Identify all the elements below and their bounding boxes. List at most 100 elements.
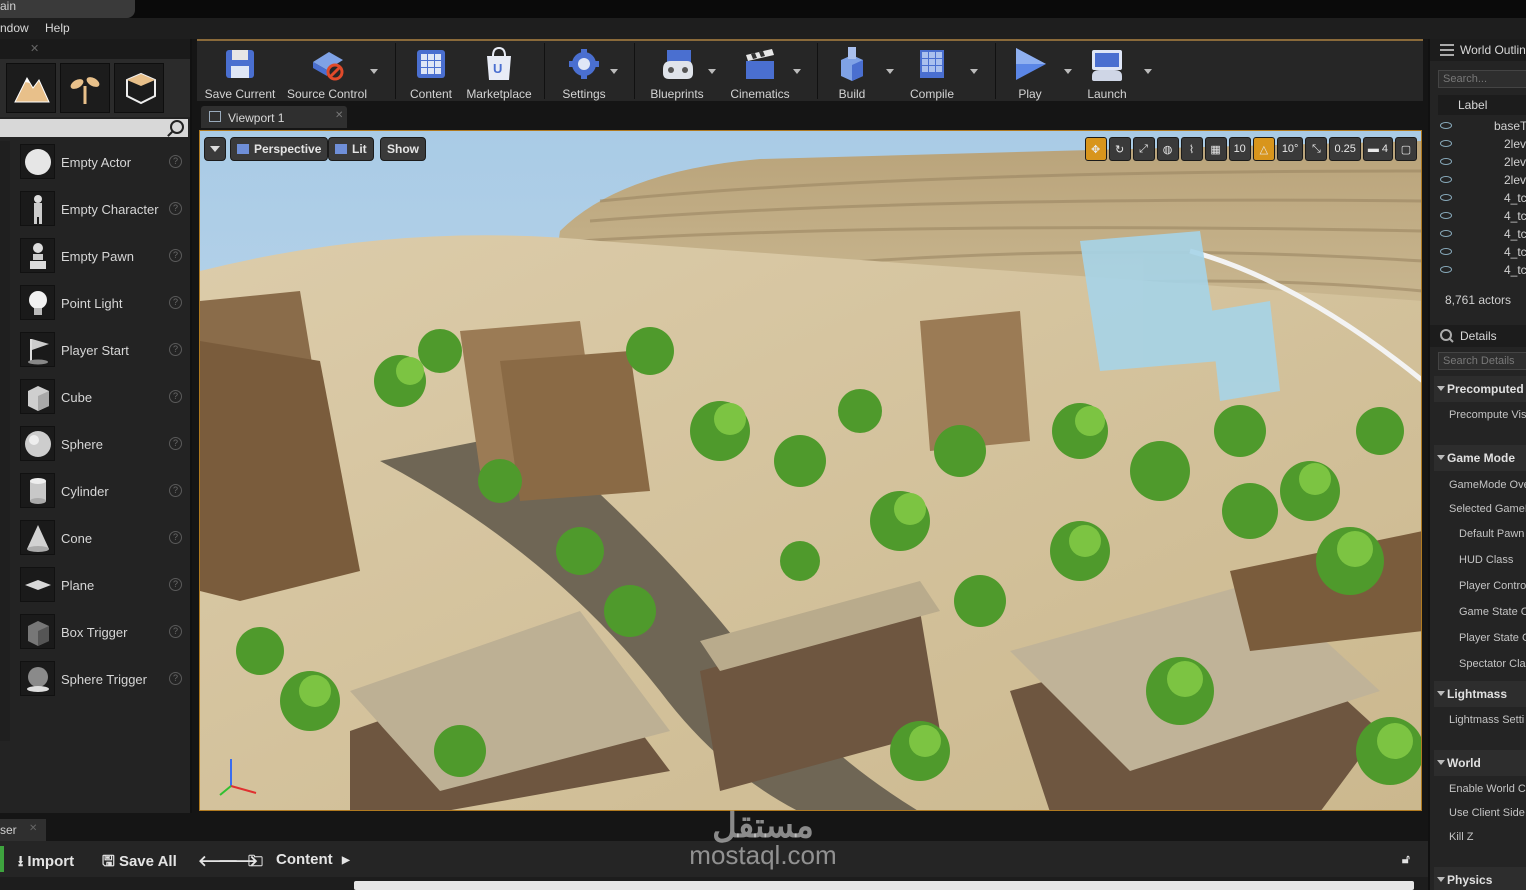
grid-snap-value[interactable]: 10: [1228, 137, 1251, 161]
close-icon[interactable]: ✕: [335, 110, 343, 121]
eye-icon[interactable]: [1440, 176, 1452, 183]
scale-mode-button[interactable]: ⤢: [1132, 137, 1155, 161]
category-physics[interactable]: Physics: [1434, 867, 1526, 890]
place-item-cone[interactable]: Cone?: [12, 517, 188, 564]
content-browser-tab[interactable]: ser ✕: [0, 819, 46, 841]
eye-icon[interactable]: [1440, 194, 1452, 201]
scale-snap-toggle[interactable]: ⤡: [1305, 137, 1328, 161]
camera-speed-button[interactable]: ▬ 4: [1362, 137, 1393, 161]
save-all-button[interactable]: 🖫 Save All: [102, 851, 177, 876]
place-item-sphere[interactable]: Sphere?: [12, 423, 188, 470]
place-item-empty-character[interactable]: Empty Character?: [12, 188, 188, 235]
property-label[interactable]: Selected GameM: [1449, 503, 1526, 515]
help-icon[interactable]: ?: [169, 437, 182, 450]
outliner-row[interactable]: 4_tc: [1438, 243, 1526, 261]
property-label[interactable]: Lightmass Setti: [1449, 714, 1524, 726]
marketplace-button[interactable]: U Marketplace: [464, 45, 534, 101]
blueprints-button[interactable]: Blueprints: [644, 45, 710, 101]
place-item-box-trigger[interactable]: Box Trigger?: [12, 611, 188, 658]
eye-icon[interactable]: [1440, 158, 1452, 165]
grid-snap-toggle[interactable]: ▦: [1204, 137, 1227, 161]
viewport-tab[interactable]: Viewport 1 ✕: [201, 106, 347, 128]
help-icon[interactable]: ?: [169, 672, 182, 685]
level-viewport[interactable]: Perspective Lit Show ✥ ↻ ⤢ ◍ ⌇ ▦ 10 △ 10…: [199, 130, 1422, 811]
place-item-player-start[interactable]: Player Start?: [12, 329, 188, 376]
place-item-cylinder[interactable]: Cylinder?: [12, 470, 188, 517]
geometry-mode-button[interactable]: [114, 63, 164, 113]
launch-button[interactable]: Launch: [1079, 45, 1135, 101]
chevron-down-icon[interactable]: [970, 69, 978, 74]
help-icon[interactable]: ?: [169, 625, 182, 638]
close-icon[interactable]: ✕: [30, 42, 39, 55]
category-precomputed[interactable]: Precomputed: [1434, 376, 1526, 402]
foliage-mode-button[interactable]: [60, 63, 110, 113]
play-button[interactable]: Play: [1005, 45, 1055, 101]
menu-help[interactable]: Help: [45, 21, 70, 35]
outliner-row[interactable]: 4_tc: [1438, 189, 1526, 207]
place-item-empty-actor[interactable]: Empty Actor?: [12, 141, 188, 188]
chevron-right-icon[interactable]: ▶: [342, 855, 350, 866]
help-icon[interactable]: ?: [169, 249, 182, 262]
eye-icon[interactable]: [1440, 122, 1452, 129]
cinematics-button[interactable]: Cinematics: [723, 45, 797, 101]
chevron-down-icon[interactable]: [610, 69, 618, 74]
viewport-options-button[interactable]: [204, 137, 226, 161]
help-icon[interactable]: ?: [169, 578, 182, 591]
details-search-input[interactable]: Search Details: [1438, 352, 1526, 370]
category-world[interactable]: World: [1434, 750, 1526, 776]
chevron-down-icon[interactable]: [1064, 69, 1072, 74]
chevron-down-icon[interactable]: [793, 69, 801, 74]
place-item-empty-pawn[interactable]: Empty Pawn?: [12, 235, 188, 282]
outliner-row[interactable]: 4_tc: [1438, 261, 1526, 279]
help-icon[interactable]: ?: [169, 296, 182, 309]
help-icon[interactable]: ?: [169, 390, 182, 403]
place-item-sphere-trigger[interactable]: Sphere Trigger?: [12, 658, 188, 705]
build-button[interactable]: Build: [827, 45, 877, 101]
perspective-button[interactable]: Perspective: [230, 137, 329, 161]
place-item-point-light[interactable]: Point Light?: [12, 282, 188, 329]
outliner-search-input[interactable]: Search...: [1438, 70, 1526, 88]
rotation-snap-value[interactable]: 10°: [1276, 137, 1304, 161]
outliner-row[interactable]: 2lev: [1438, 135, 1526, 153]
chevron-down-icon[interactable]: [708, 69, 716, 74]
help-icon[interactable]: ?: [169, 343, 182, 356]
outliner-row[interactable]: 4_tc: [1438, 225, 1526, 243]
help-icon[interactable]: ?: [169, 202, 182, 215]
eye-icon[interactable]: [1440, 266, 1452, 273]
chevron-down-icon[interactable]: [1144, 69, 1152, 74]
save-current-button[interactable]: Save Current: [201, 45, 279, 101]
category-game-mode[interactable]: Game Mode: [1434, 445, 1526, 471]
outliner-column-header[interactable]: Label: [1438, 95, 1526, 115]
outliner-row[interactable]: baseT: [1438, 117, 1526, 135]
path-content[interactable]: Content: [276, 851, 333, 868]
place-item-plane[interactable]: Plane?: [12, 564, 188, 611]
maximize-viewport-button[interactable]: ▢: [1395, 137, 1417, 161]
help-icon[interactable]: ?: [169, 484, 182, 497]
show-button[interactable]: Show: [380, 137, 426, 161]
chevron-down-icon[interactable]: [886, 69, 894, 74]
outliner-row[interactable]: 2lev: [1438, 153, 1526, 171]
add-new-button-accent[interactable]: [0, 846, 4, 872]
help-icon[interactable]: ?: [169, 155, 182, 168]
surface-snap-button[interactable]: ⌇: [1180, 137, 1203, 161]
translate-mode-button[interactable]: ✥: [1084, 137, 1107, 161]
lit-button[interactable]: Lit: [328, 137, 374, 161]
lock-icon[interactable]: 🔓︎: [1402, 852, 1410, 867]
settings-button[interactable]: Settings: [554, 45, 614, 101]
coordinate-system-button[interactable]: ◍: [1156, 137, 1179, 161]
scale-snap-value[interactable]: 0.25: [1329, 137, 1361, 161]
source-control-button[interactable]: Source Control: [283, 45, 371, 101]
category-lightmass[interactable]: Lightmass: [1434, 681, 1526, 707]
content-button[interactable]: Content: [404, 45, 458, 101]
rotation-snap-toggle[interactable]: △: [1252, 137, 1275, 161]
chevron-down-icon[interactable]: [370, 69, 378, 74]
close-icon[interactable]: ✕: [29, 823, 37, 834]
help-icon[interactable]: ?: [169, 531, 182, 544]
landscape-mode-button[interactable]: [6, 63, 56, 113]
eye-icon[interactable]: [1440, 212, 1452, 219]
place-actors-search[interactable]: [0, 119, 188, 137]
menu-window[interactable]: ndow: [0, 21, 29, 35]
eye-icon[interactable]: [1440, 248, 1452, 255]
asset-search-input[interactable]: [354, 881, 1414, 890]
eye-icon[interactable]: [1440, 230, 1452, 237]
